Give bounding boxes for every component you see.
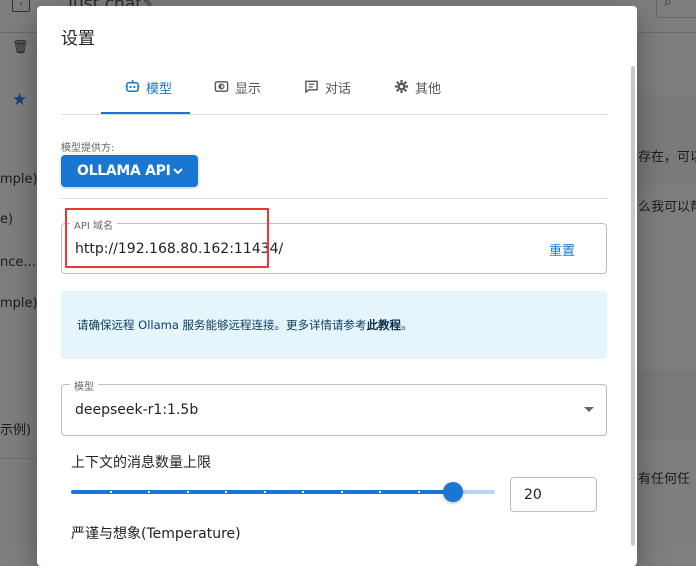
- sidebar-item[interactable]: mple): [0, 296, 38, 311]
- slider-tick: [379, 491, 381, 493]
- tab-chat-label: 对话: [325, 82, 352, 97]
- provider-label: 模型提供方:: [61, 143, 115, 154]
- search-box[interactable]: [656, 0, 696, 18]
- tutorial-link[interactable]: 此教程: [367, 318, 402, 332]
- active-tab-indicator: [101, 112, 190, 114]
- sidebar-item[interactable]: mple): [0, 172, 38, 187]
- info-text: 请确保远程 Ollama 服务能够远程连接。更多详情请参考此教程。: [77, 317, 413, 333]
- slider-tick: [341, 491, 343, 493]
- message-block: [637, 95, 696, 185]
- tab-other[interactable]: 其他: [393, 78, 441, 114]
- section-divider: [61, 198, 607, 199]
- star-icon[interactable]: ★: [12, 90, 27, 110]
- slider-tick: [264, 491, 266, 493]
- sidebar-divider: [0, 458, 40, 459]
- context-limit-value: 20: [524, 487, 542, 503]
- robot-icon: [124, 78, 140, 94]
- dialog-scrollbar[interactable]: [631, 66, 635, 546]
- message-block: [637, 370, 696, 440]
- tab-model-label: 模型: [146, 82, 173, 97]
- provider-select-button[interactable]: OLLAMA API: [61, 155, 198, 187]
- slider-tick: [148, 491, 150, 493]
- slider-fill: [71, 490, 453, 494]
- settings-dialog: 设置 模型 显示 对话 其他 模型提供方: OLLAMA API API 域名 …: [37, 6, 637, 566]
- model-select[interactable]: 模型 deepseek-r1:1.5b: [61, 378, 607, 436]
- search-icon: ⌕: [664, 0, 672, 10]
- tab-model[interactable]: 模型: [124, 78, 172, 114]
- sidebar-collapse-icon[interactable]: ‹: [12, 0, 30, 12]
- info-suffix: 。: [401, 318, 413, 332]
- temperature-label: 严谨与想象(Temperature): [71, 526, 241, 542]
- model-value: deepseek-r1:1.5b: [75, 402, 199, 418]
- message-text: 存在，可以: [638, 150, 696, 165]
- message-text: 么我可以帮: [638, 200, 696, 215]
- tab-display-label: 显示: [235, 82, 262, 97]
- model-legend: 模型: [70, 378, 98, 393]
- trash-icon[interactable]: 🗑: [12, 40, 29, 55]
- slider-tick: [225, 491, 227, 493]
- slider-tick: [302, 491, 304, 493]
- gear-icon: [393, 78, 409, 94]
- settings-tabs: 模型 显示 对话 其他: [61, 70, 607, 115]
- context-limit-input[interactable]: 20: [510, 477, 597, 512]
- slider-tick: [110, 491, 112, 493]
- message-text: 有任何任: [638, 472, 691, 487]
- provider-value: OLLAMA API: [77, 163, 171, 179]
- sidebar-item[interactable]: e): [0, 212, 13, 227]
- highlight-box: [65, 208, 269, 268]
- context-limit-slider[interactable]: [71, 477, 495, 507]
- chat-icon: [303, 78, 319, 94]
- display-icon: [213, 78, 229, 94]
- info-message: 请确保远程 Ollama 服务能够远程连接。更多详情请参考: [77, 318, 367, 332]
- tab-other-label: 其他: [415, 82, 442, 97]
- sidebar-item[interactable]: 示例): [0, 419, 31, 438]
- tab-display[interactable]: 显示: [213, 78, 261, 114]
- slider-tick: [187, 491, 189, 493]
- slider-tick: [418, 491, 420, 493]
- tab-chat[interactable]: 对话: [303, 78, 351, 114]
- dropdown-arrow-icon: [584, 407, 594, 412]
- context-limit-label: 上下文的消息数量上限: [71, 455, 211, 471]
- slider-thumb[interactable]: [443, 482, 463, 502]
- dialog-title: 设置: [61, 29, 95, 49]
- sidebar-item[interactable]: nce...: [0, 255, 36, 270]
- info-alert: 请确保远程 Ollama 服务能够远程连接。更多详情请参考此教程。: [61, 291, 607, 359]
- chevron-down-icon: [172, 163, 184, 183]
- reset-button[interactable]: 重置: [549, 240, 575, 259]
